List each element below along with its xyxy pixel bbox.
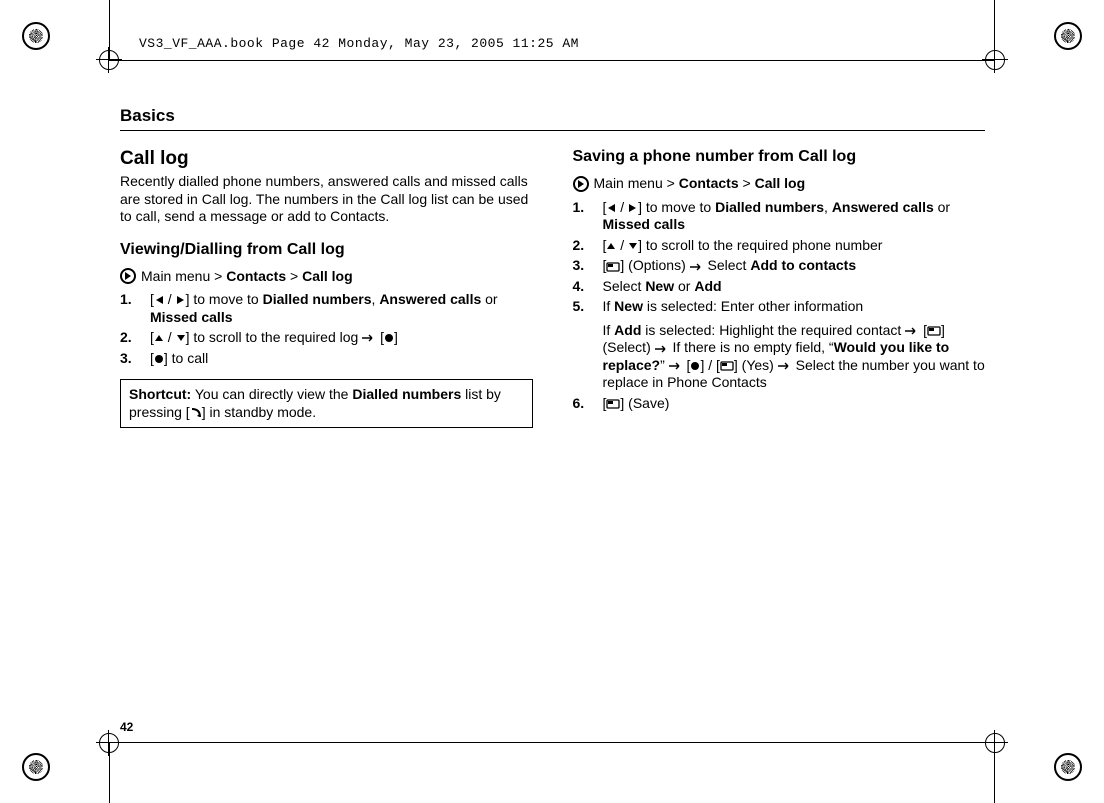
up-arrow-icon <box>154 333 164 343</box>
then-arrow-icon <box>655 345 669 353</box>
page-number: 42 <box>120 720 133 735</box>
crop-frame-bottom <box>109 731 995 803</box>
col-right: Saving a phone number from Call log Main… <box>573 147 986 428</box>
left-arrow-icon <box>606 203 616 213</box>
step: 6. [] (Save) <box>573 395 986 413</box>
softkey-icon <box>606 262 620 272</box>
send-key-icon <box>190 407 202 419</box>
breadcrumb: Main menu > Contacts > Call log <box>573 175 986 193</box>
intro-text: Recently dialled phone numbers, answered… <box>120 173 533 226</box>
crosshair-icon <box>982 47 1008 73</box>
step: 2. [ / ] to scroll to the required phone… <box>573 237 986 255</box>
center-key-icon <box>384 333 394 343</box>
heading-viewing-dialling: Viewing/Dialling from Call log <box>120 240 533 260</box>
crosshair-icon <box>96 47 122 73</box>
reg-mark-icon <box>1054 22 1082 50</box>
breadcrumb-text: Main menu > Contacts > Call log <box>594 175 806 193</box>
heading-saving-number: Saving a phone number from Call log <box>573 147 986 167</box>
col-left: Call log Recently dialled phone numbers,… <box>120 147 533 428</box>
reg-mark-icon <box>22 753 50 781</box>
center-key-icon <box>690 361 700 371</box>
crosshair-icon <box>982 730 1008 756</box>
step: 4. Select New or Add <box>573 278 986 296</box>
reg-mark-icon <box>22 22 50 50</box>
then-arrow-icon <box>362 334 376 342</box>
up-arrow-icon <box>606 241 616 251</box>
step: 1. [ / ] to move to Dialled numbers, Ans… <box>573 199 986 234</box>
softkey-icon <box>927 326 941 336</box>
then-arrow-icon <box>905 327 919 335</box>
down-arrow-icon <box>176 333 186 343</box>
right-arrow-icon <box>176 295 186 305</box>
shortcut-box: Shortcut: You can directly view the Dial… <box>120 379 533 428</box>
step: 5. If New is selected: Enter other infor… <box>573 298 986 392</box>
breadcrumb: Main menu > Contacts > Call log <box>120 268 533 286</box>
softkey-icon <box>606 399 620 409</box>
then-arrow-icon <box>778 362 792 370</box>
down-arrow-icon <box>628 241 638 251</box>
center-key-icon <box>154 354 164 364</box>
goto-arrow-icon <box>573 176 589 192</box>
step: 1. [ / ] to move to Dialled numbers, Ans… <box>120 291 533 326</box>
breadcrumb-text: Main menu > Contacts > Call log <box>141 268 353 286</box>
goto-arrow-icon <box>120 268 136 284</box>
page-body: Basics Call log Recently dialled phone n… <box>120 105 985 735</box>
step: 3. [] to call <box>120 350 533 368</box>
right-arrow-icon <box>628 203 638 213</box>
then-arrow-icon <box>690 263 704 271</box>
heading-call-log: Call log <box>120 147 533 171</box>
softkey-icon <box>720 361 734 371</box>
step: 2. [ / ] to scroll to the required log [… <box>120 329 533 347</box>
crosshair-icon <box>96 730 122 756</box>
then-arrow-icon <box>669 362 683 370</box>
reg-mark-icon <box>1054 753 1082 781</box>
running-header: VS3_VF_AAA.book Page 42 Monday, May 23, … <box>139 36 579 52</box>
section-header: Basics <box>120 105 985 131</box>
left-arrow-icon <box>154 295 164 305</box>
step: 3. [] (Options) Select Add to contacts <box>573 257 986 275</box>
